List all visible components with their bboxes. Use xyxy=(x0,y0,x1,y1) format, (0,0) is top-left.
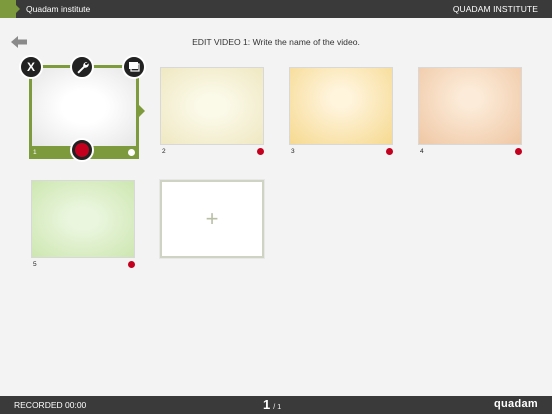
wrench-icon xyxy=(76,61,89,74)
clip-number: 3 xyxy=(291,148,295,155)
brand-logo: quadam xyxy=(494,398,538,410)
app-title: Quadam institute xyxy=(26,4,91,14)
status-dot xyxy=(257,148,264,155)
record-button[interactable] xyxy=(70,138,94,162)
page-indicator: 1/1 xyxy=(263,397,281,412)
add-clip-button[interactable]: + xyxy=(160,180,264,258)
clip-5-thumbnail[interactable] xyxy=(31,180,135,258)
edit-button[interactable] xyxy=(70,55,94,79)
brand-accent xyxy=(0,0,20,18)
plus-icon: + xyxy=(205,206,219,231)
clip-number: 4 xyxy=(420,148,424,155)
clip-4-thumbnail[interactable] xyxy=(418,67,522,145)
status-dot xyxy=(128,149,135,156)
top-bar: Quadam institute QUADAM INSTITUTE xyxy=(0,0,552,18)
clip-number: 2 xyxy=(162,148,166,155)
status-dot xyxy=(515,148,522,155)
total-pages: 1 xyxy=(277,404,282,411)
clip-2-thumbnail[interactable] xyxy=(160,67,264,145)
bottom-bar: RECORDED 00:00 1/1 quadam xyxy=(0,396,552,414)
clip-number: 1 xyxy=(33,149,37,156)
clip-3-thumbnail[interactable] xyxy=(289,67,393,145)
slides-button[interactable] xyxy=(122,55,146,79)
slides-icon xyxy=(129,62,140,72)
organization-name: QUADAM INSTITUTE xyxy=(452,4,538,14)
clip-thumbnail[interactable] xyxy=(32,68,136,146)
status-dot xyxy=(128,261,135,268)
close-icon: X xyxy=(26,60,35,74)
close-button[interactable]: X xyxy=(19,55,43,79)
current-page: 1 xyxy=(263,397,271,412)
edit-instructions: EDIT VIDEO 1: Write the name of the vide… xyxy=(192,37,360,47)
page-separator: / xyxy=(273,404,276,411)
status-dot xyxy=(386,148,393,155)
recorded-time: RECORDED 00:00 xyxy=(14,400,87,410)
clip-number: 5 xyxy=(33,261,37,268)
selection-arrow xyxy=(139,105,145,117)
